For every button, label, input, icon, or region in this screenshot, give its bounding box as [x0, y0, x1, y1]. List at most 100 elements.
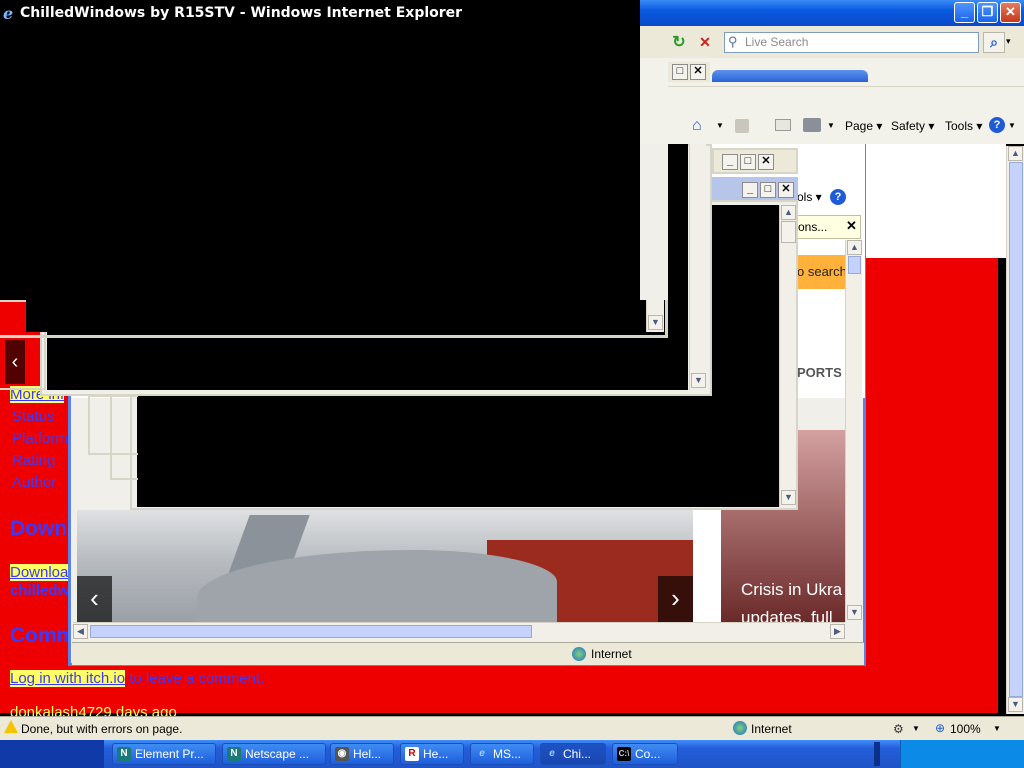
inner-status-zone: Internet — [591, 647, 632, 661]
inner-hscroll-thumb[interactable] — [90, 625, 532, 638]
protected-dropdown-icon[interactable]: ▼ — [912, 724, 920, 733]
carousel-prev-button[interactable]: ‹ — [77, 576, 112, 622]
task-co[interactable]: C:\ Co... — [612, 743, 678, 765]
inner-mini-controls: □ ✕ — [668, 62, 710, 82]
main-scroll-down-icon[interactable]: ▼ — [1008, 697, 1023, 712]
glitch-a-close-icon[interactable]: ✕ — [758, 154, 774, 170]
glitch-b-scroll-down-icon[interactable]: ▼ — [691, 373, 706, 388]
download-filename[interactable]: chilledw — [10, 582, 69, 599]
glitch-main-scroll-down-icon[interactable]: ▼ — [648, 315, 663, 330]
help-dropdown-icon[interactable]: ▼ — [1008, 121, 1016, 130]
glitch-c-scroll-up-icon[interactable]: ▲ — [781, 205, 796, 220]
zoom-level[interactable]: 100% — [950, 722, 981, 736]
refresh-icon[interactable]: ↻ — [668, 32, 690, 54]
sports-nav-fragment[interactable]: PORTS — [797, 365, 842, 380]
home-dropdown-icon[interactable]: ▼ — [716, 121, 724, 130]
download-heading: Down — [10, 517, 68, 540]
inner-horizontal-scrollbar[interactable]: ◀ ▶ — [73, 622, 845, 639]
glitch-frame-fragment-2 — [110, 395, 138, 480]
stop-icon[interactable]: ✕ — [694, 32, 716, 54]
home-icon[interactable]: ⌂ — [692, 117, 702, 135]
print-dropdown-icon[interactable]: ▼ — [827, 121, 835, 130]
inner-globe-icon — [572, 647, 586, 661]
inner-scroll-left-icon[interactable]: ◀ — [73, 624, 88, 639]
main-scroll-up-icon[interactable]: ▲ — [1008, 146, 1023, 161]
maximize-button[interactable]: ❐ — [977, 2, 998, 23]
protected-mode-icon[interactable]: ⚙ — [893, 722, 904, 736]
close-button[interactable]: ✕ — [1000, 2, 1021, 23]
news-headline-1: Crisis in Ukra — [741, 580, 843, 599]
inner-close-icon[interactable]: ✕ — [690, 64, 706, 80]
glitch-c-scroll-thumb[interactable] — [781, 221, 796, 243]
zoom-icon[interactable]: ⊕ — [935, 721, 945, 735]
glitch-window-main-bottom — [26, 300, 646, 332]
comments-heading: Comm — [10, 624, 76, 647]
glitch-window-titlebar-a: _ □ ✕ — [712, 148, 798, 174]
taskbar-divider — [874, 742, 880, 766]
search-magnifier-icon: ⚲ — [728, 34, 738, 49]
glitch-b-scrollbar[interactable]: ▼ — [689, 144, 706, 390]
inner-scroll-down-icon[interactable]: ▼ — [847, 605, 862, 620]
glitch-b-maximize-icon[interactable]: □ — [760, 182, 776, 198]
glitch-prev-arrow-icon[interactable]: ‹ — [5, 340, 25, 384]
task-chi[interactable]: e Chi... — [540, 743, 606, 765]
ie-icon: e — [479, 748, 485, 759]
inner-scroll-right-icon[interactable]: ▶ — [830, 624, 845, 639]
glitch-c-scroll-down-icon[interactable]: ▼ — [781, 490, 796, 505]
status-message: Done, but with errors on page. — [21, 722, 183, 736]
taskbar-left-area — [0, 740, 104, 768]
search-options-icon[interactable]: ▾ — [1006, 36, 1011, 47]
globe-icon — [733, 721, 747, 735]
help-icon[interactable]: ? — [989, 117, 1005, 133]
minimize-button[interactable]: _ — [954, 2, 975, 23]
task-netscape[interactable]: N Netscape ... — [222, 743, 326, 765]
glitch-c-scrollbar[interactable]: ▲ ▼ — [779, 205, 796, 507]
ie-icon: e — [549, 748, 555, 759]
main-scroll-thumb[interactable] — [1009, 162, 1023, 697]
task-he[interactable]: R He... — [400, 743, 464, 765]
warning-icon[interactable] — [4, 720, 18, 733]
mail-icon[interactable] — [775, 119, 791, 131]
download-link[interactable]: Downloa — [10, 564, 69, 581]
tools-menu[interactable]: Tools ▾ — [945, 119, 982, 133]
task-element-pr[interactable]: N Element Pr... — [112, 743, 216, 765]
console-icon: C:\ — [617, 747, 631, 761]
rating-label: Rating — [12, 452, 56, 469]
glitch-b-close-icon[interactable]: ✕ — [778, 182, 794, 198]
glitch-a-maximize-icon[interactable]: □ — [740, 154, 756, 170]
statusbar: Done, but with errors on page. Internet … — [0, 716, 1024, 740]
glitch-a-minimize-icon[interactable]: _ — [722, 154, 738, 170]
print-icon[interactable] — [803, 118, 821, 132]
carousel-next-button[interactable]: › — [658, 576, 693, 622]
page-white-strip — [866, 144, 1006, 258]
inner-tab-close-icon[interactable]: ✕ — [846, 218, 857, 234]
task-ms[interactable]: e MS... — [470, 743, 534, 765]
status-label: Status — [12, 408, 55, 425]
main-vertical-scrollbar[interactable]: ▲ ▼ — [1006, 146, 1024, 714]
search-go-button[interactable]: ⌕ — [983, 32, 1005, 53]
author-label: Author — [12, 474, 57, 491]
ie-logo-icon: e — [3, 4, 14, 23]
zoom-dropdown-icon[interactable]: ▼ — [993, 724, 1001, 733]
page-menu[interactable]: Page ▾ — [845, 119, 882, 133]
netscape-icon: N — [117, 747, 131, 761]
task-hel[interactable]: ◉ Hel... — [330, 743, 394, 765]
app-icon: ◉ — [335, 747, 349, 761]
titlebar[interactable]: _ ❐ ✕ — [640, 0, 1024, 26]
inner-scroll-thumb[interactable] — [848, 256, 861, 274]
inner-titlebar-fragment — [712, 70, 868, 82]
search-input[interactable]: Live Search — [724, 32, 979, 53]
window-title: ChilledWindows by R15STV - Windows Inter… — [20, 5, 463, 21]
glitch-b-minimize-icon[interactable]: _ — [742, 182, 758, 198]
search-banner-fragment[interactable]: o search — [797, 255, 845, 289]
inner-scroll-up-icon[interactable]: ▲ — [847, 240, 862, 255]
feeds-icon[interactable] — [735, 119, 749, 133]
inner-help-icon[interactable]: ? — [830, 189, 846, 205]
inner-maximize-icon[interactable]: □ — [672, 64, 688, 80]
login-link[interactable]: Log in with itch.io — [10, 670, 126, 687]
safety-menu[interactable]: Safety ▾ — [891, 119, 934, 133]
login-suffix: to leave a comment. — [125, 670, 265, 687]
commenter-name: donkalash4729 days ago — [10, 704, 177, 716]
inner-tools-menu[interactable]: ols ▾ — [797, 190, 822, 204]
inner-vertical-scrollbar[interactable]: ▲ ▼ — [845, 240, 862, 622]
